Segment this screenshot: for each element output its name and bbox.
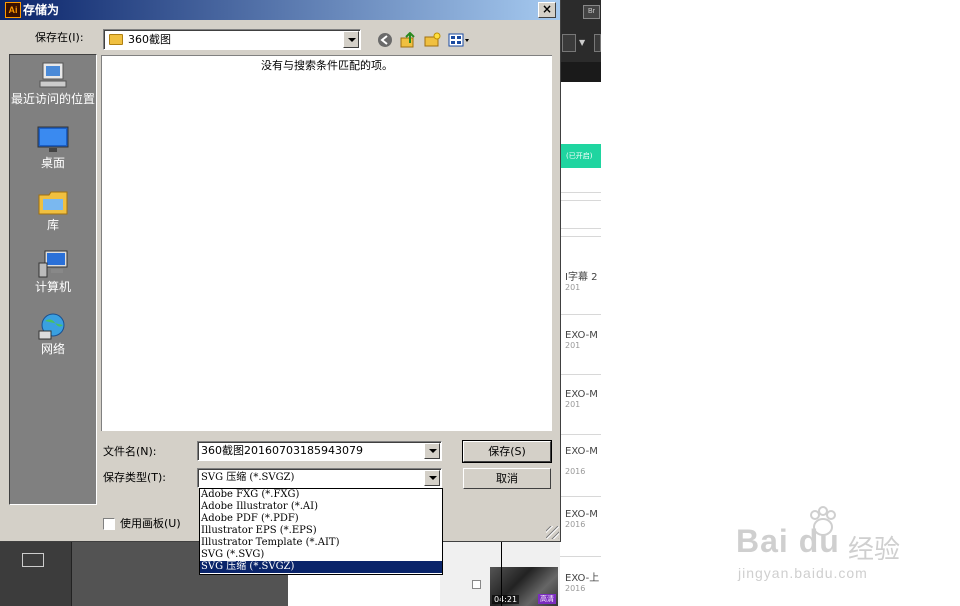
folder-icon: [109, 34, 123, 45]
list-item[interactable]: I字幕 2 201: [565, 268, 601, 292]
place-label: 桌面: [40, 156, 65, 170]
file-type-dropdown-button[interactable]: [424, 470, 440, 486]
file-list[interactable]: 没有与搜索条件匹配的项。: [101, 55, 552, 431]
file-type-option-selected[interactable]: SVG 压缩 (*.SVGZ): [200, 561, 442, 573]
new-folder-icon[interactable]: [423, 32, 441, 48]
list-item[interactable]: EXO-M 201: [565, 389, 601, 409]
divider: [560, 496, 601, 497]
place-network[interactable]: 网络: [10, 311, 96, 356]
cancel-button[interactable]: 取消: [463, 468, 551, 489]
file-type-value: SVG 压缩 (*.SVGZ): [201, 472, 295, 483]
baidu-watermark: Bai du 经验 jingyan.baidu.com: [736, 505, 936, 585]
list-item[interactable]: EXO-M 2016: [565, 509, 601, 529]
place-recent[interactable]: 最近访问的位置: [10, 61, 96, 106]
recent-places-icon: [37, 61, 69, 91]
paw-icon: [806, 505, 840, 547]
place-label: 计算机: [34, 280, 71, 294]
use-artboards-checkbox[interactable]: [103, 518, 115, 530]
file-type-option[interactable]: SVG (*.SVG): [200, 549, 442, 561]
dialog-title: 存储为: [23, 3, 60, 17]
up-folder-icon[interactable]: [399, 32, 417, 48]
divider: [560, 192, 601, 193]
chevron-down-icon: [348, 38, 356, 42]
close-button[interactable]: ×: [538, 2, 556, 18]
file-type-option[interactable]: Adobe PDF (*.PDF): [200, 513, 442, 525]
desktop-icon: [37, 125, 69, 155]
hd-badge: 高清: [538, 594, 556, 604]
back-icon[interactable]: [376, 32, 394, 48]
video-duration: 04:21: [492, 595, 520, 604]
chevron-down-icon[interactable]: ▼: [579, 38, 585, 47]
divider: [560, 236, 601, 237]
divider: [560, 200, 601, 201]
file-type-select[interactable]: SVG 压缩 (*.SVGZ): [197, 468, 442, 488]
close-icon: ×: [541, 2, 553, 16]
chevron-down-icon: [429, 449, 437, 453]
places-bar: 最近访问的位置 桌面 库 计算机 网络: [9, 54, 97, 505]
bg-menubar: [560, 62, 601, 82]
list-item[interactable]: EXO-M 201: [565, 330, 601, 350]
place-computer[interactable]: 计算机: [10, 249, 96, 294]
divider: [501, 542, 502, 606]
file-type-option[interactable]: Adobe FXG (*.FXG): [200, 489, 442, 501]
network-icon: [37, 311, 69, 341]
file-name-dropdown-button[interactable]: [424, 443, 440, 459]
library-icon: [37, 187, 69, 217]
bg-panel: [0, 542, 72, 606]
place-library[interactable]: 库: [10, 187, 96, 232]
save-button[interactable]: 保存(S): [462, 440, 552, 463]
file-type-options-list[interactable]: Adobe FXG (*.FXG) Adobe Illustrator (*.A…: [199, 488, 443, 575]
screen-icon[interactable]: [22, 553, 44, 567]
file-type-option[interactable]: Illustrator Template (*.AIT): [200, 537, 442, 549]
title-bar[interactable]: Ai 存储为 ×: [0, 0, 560, 20]
bg-control[interactable]: [594, 34, 601, 52]
file-type-label: 保存类型(T):: [103, 471, 167, 484]
divider: [560, 434, 601, 435]
list-item-checkbox[interactable]: [472, 580, 481, 589]
save-in-label: 保存在(I):: [35, 31, 84, 44]
file-name-label: 文件名(N):: [103, 445, 157, 458]
place-label: 最近访问的位置: [10, 92, 95, 106]
resize-grip[interactable]: [546, 526, 559, 539]
bg-control[interactable]: [562, 34, 576, 52]
computer-icon: [37, 249, 69, 279]
current-folder: 360截图: [128, 33, 171, 46]
save-in-combo[interactable]: 360截图: [103, 29, 361, 50]
file-type-option[interactable]: Illustrator EPS (*.EPS): [200, 525, 442, 537]
divider: [560, 314, 601, 315]
save-in-dropdown-button[interactable]: [343, 31, 359, 48]
place-desktop[interactable]: 桌面: [10, 125, 96, 170]
empty-message: 没有与搜索条件匹配的项。: [261, 59, 393, 72]
place-label: 库: [46, 218, 59, 232]
bridge-button[interactable]: Br: [583, 5, 600, 19]
save-as-dialog: Ai 存储为 × 保存在(I): 360截图 最近访问的位置 桌面 库 计算机 …: [0, 0, 561, 542]
chevron-down-icon: [429, 476, 437, 480]
place-label: 网络: [40, 342, 65, 356]
green-banner: (已开启): [560, 144, 601, 168]
list-item[interactable]: EXO-M 2016: [565, 446, 601, 476]
divider: [560, 556, 601, 557]
file-name-value: 360截图20160703185943079: [201, 444, 363, 457]
file-type-option[interactable]: Adobe Illustrator (*.AI): [200, 501, 442, 513]
file-name-input[interactable]: 360截图20160703185943079: [197, 441, 442, 461]
use-artboards-label: 使用画板(U): [120, 517, 181, 530]
divider: [560, 374, 601, 375]
view-menu-icon[interactable]: [447, 32, 471, 48]
list-item[interactable]: EXO-上 2016: [565, 569, 601, 593]
divider: [560, 228, 601, 229]
illustrator-logo: Ai: [5, 2, 21, 18]
